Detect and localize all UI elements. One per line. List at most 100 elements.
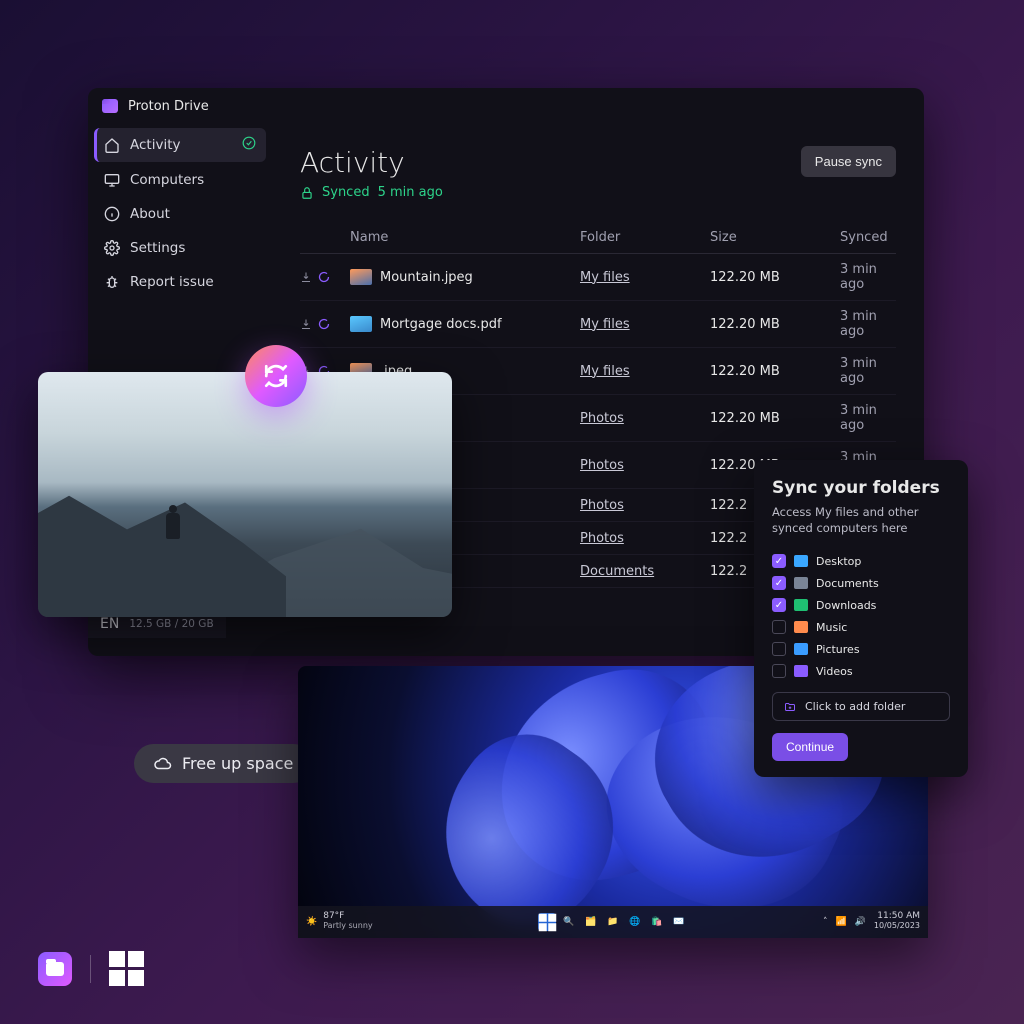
folder-label: Music bbox=[816, 621, 847, 634]
file-synced: 3 min ago bbox=[840, 403, 896, 433]
folder-icon bbox=[794, 599, 808, 611]
app-icon bbox=[102, 99, 118, 113]
taskbar[interactable]: ☀️ 87°F Partly sunny 🔍 🗂️ 📁 🌐 🛍️ ✉️ ˄ 📶 … bbox=[298, 906, 928, 938]
file-thumb bbox=[350, 269, 372, 285]
file-synced: 3 min ago bbox=[840, 262, 896, 292]
sync-spinner-icon bbox=[318, 271, 330, 283]
checkbox[interactable] bbox=[772, 664, 786, 678]
folder-link[interactable]: Photos bbox=[580, 411, 624, 426]
folder-checkbox-row[interactable]: Videos bbox=[772, 660, 950, 682]
sidebar-item-about[interactable]: About bbox=[94, 198, 266, 230]
folder-checkbox-row[interactable]: ✓ Downloads bbox=[772, 594, 950, 616]
popup-body: Access My files and other synced compute… bbox=[772, 504, 950, 536]
folder-link[interactable]: My files bbox=[580, 317, 630, 332]
check-icon bbox=[242, 136, 256, 154]
tray-wifi-icon[interactable]: 📶 bbox=[835, 917, 846, 927]
file-name: Mountain.jpeg bbox=[380, 270, 473, 285]
file-synced: 3 min ago bbox=[840, 309, 896, 339]
download-icon bbox=[300, 318, 312, 330]
sidebar-label: Activity bbox=[130, 137, 181, 153]
download-icon bbox=[300, 271, 312, 283]
titlebar[interactable]: Proton Drive bbox=[88, 88, 924, 124]
checkbox[interactable] bbox=[772, 620, 786, 634]
sidebar-label: About bbox=[130, 206, 170, 222]
file-synced: 3 min ago bbox=[840, 356, 896, 386]
checkbox[interactable]: ✓ bbox=[772, 554, 786, 568]
clock-date: 10/05/2023 bbox=[874, 921, 920, 930]
folder-icon bbox=[794, 577, 808, 589]
sync-spinner-icon bbox=[318, 318, 330, 330]
folder-label: Documents bbox=[816, 577, 879, 590]
checkbox[interactable] bbox=[772, 642, 786, 656]
folder-icon bbox=[794, 665, 808, 677]
sidebar-item-report[interactable]: Report issue bbox=[94, 266, 266, 298]
windows-logo bbox=[109, 951, 144, 986]
checkbox[interactable]: ✓ bbox=[772, 576, 786, 590]
col-folder: Folder bbox=[580, 230, 710, 245]
bug-icon bbox=[104, 274, 120, 290]
lang-code: EN bbox=[100, 616, 119, 632]
sidebar-item-activity[interactable]: Activity bbox=[94, 128, 266, 162]
folder-icon bbox=[794, 621, 808, 633]
file-thumb bbox=[350, 316, 372, 332]
file-size: 122.20 MB bbox=[710, 317, 840, 332]
proton-drive-logo bbox=[38, 952, 72, 986]
photo-preview[interactable] bbox=[38, 372, 452, 617]
folder-checkbox-row[interactable]: ✓ Desktop bbox=[772, 550, 950, 572]
sync-status: Synced 5 min ago bbox=[300, 185, 443, 200]
start-icon[interactable] bbox=[538, 913, 556, 931]
folder-label: Desktop bbox=[816, 555, 861, 568]
tray-volume-icon[interactable]: 🔊 bbox=[855, 917, 866, 927]
lock-icon bbox=[300, 186, 314, 200]
folder-link[interactable]: Photos bbox=[580, 531, 624, 546]
sidebar-label: Settings bbox=[130, 240, 185, 256]
weather-temp: 87°F bbox=[323, 911, 344, 921]
store-icon[interactable]: 🛍️ bbox=[648, 913, 666, 931]
edge-icon[interactable]: 🌐 bbox=[626, 913, 644, 931]
tray-chevron-icon[interactable]: ˄ bbox=[823, 917, 828, 927]
folder-link[interactable]: My files bbox=[580, 364, 630, 379]
folder-checkbox-row[interactable]: Pictures bbox=[772, 638, 950, 660]
storage-text: 12.5 GB / 20 GB bbox=[129, 618, 213, 630]
col-size: Size bbox=[710, 230, 840, 245]
col-synced: Synced bbox=[840, 230, 896, 245]
monitor-icon bbox=[104, 172, 120, 188]
sync-folders-popup: Sync your folders Access My files and ot… bbox=[754, 460, 968, 777]
popup-title: Sync your folders bbox=[772, 478, 950, 498]
sync-badge-icon bbox=[245, 345, 307, 407]
sidebar-label: Computers bbox=[130, 172, 204, 188]
free-up-label: Free up space bbox=[182, 754, 293, 773]
col-name: Name bbox=[350, 230, 580, 245]
mail-icon[interactable]: ✉️ bbox=[670, 913, 688, 931]
info-icon bbox=[104, 206, 120, 222]
folder-checkbox-row[interactable]: Music bbox=[772, 616, 950, 638]
file-size: 122.20 MB bbox=[710, 411, 840, 426]
search-icon[interactable]: 🔍 bbox=[560, 913, 578, 931]
folder-link[interactable]: Photos bbox=[580, 458, 624, 473]
free-up-space-button[interactable]: Free up space bbox=[134, 744, 313, 783]
folder-icon bbox=[794, 555, 808, 567]
brand-logos bbox=[38, 951, 144, 986]
home-icon bbox=[104, 137, 120, 153]
file-name: Mortgage docs.pdf bbox=[380, 317, 502, 332]
status-time: 5 min ago bbox=[378, 185, 443, 200]
folder-icon bbox=[794, 643, 808, 655]
add-folder-button[interactable]: Click to add folder bbox=[772, 692, 950, 721]
table-row[interactable]: Mortgage docs.pdf My files 122.20 MB 3 m… bbox=[300, 301, 896, 348]
pause-sync-button[interactable]: Pause sync bbox=[801, 146, 896, 177]
folder-link[interactable]: Documents bbox=[580, 564, 654, 579]
file-size: 122.20 MB bbox=[710, 270, 840, 285]
add-folder-label: Click to add folder bbox=[805, 700, 905, 713]
checkbox[interactable]: ✓ bbox=[772, 598, 786, 612]
taskview-icon[interactable]: 🗂️ bbox=[582, 913, 600, 931]
explorer-icon[interactable]: 📁 bbox=[604, 913, 622, 931]
folder-checkbox-row[interactable]: ✓ Documents bbox=[772, 572, 950, 594]
sidebar-item-computers[interactable]: Computers bbox=[94, 164, 266, 196]
clock-time: 11:50 AM bbox=[877, 911, 920, 921]
table-row[interactable]: Mountain.jpeg My files 122.20 MB 3 min a… bbox=[300, 254, 896, 301]
folder-link[interactable]: My files bbox=[580, 270, 630, 285]
folder-link[interactable]: Photos bbox=[580, 498, 624, 513]
sidebar-item-settings[interactable]: Settings bbox=[94, 232, 266, 264]
continue-button[interactable]: Continue bbox=[772, 733, 848, 761]
cloud-icon bbox=[154, 755, 172, 773]
